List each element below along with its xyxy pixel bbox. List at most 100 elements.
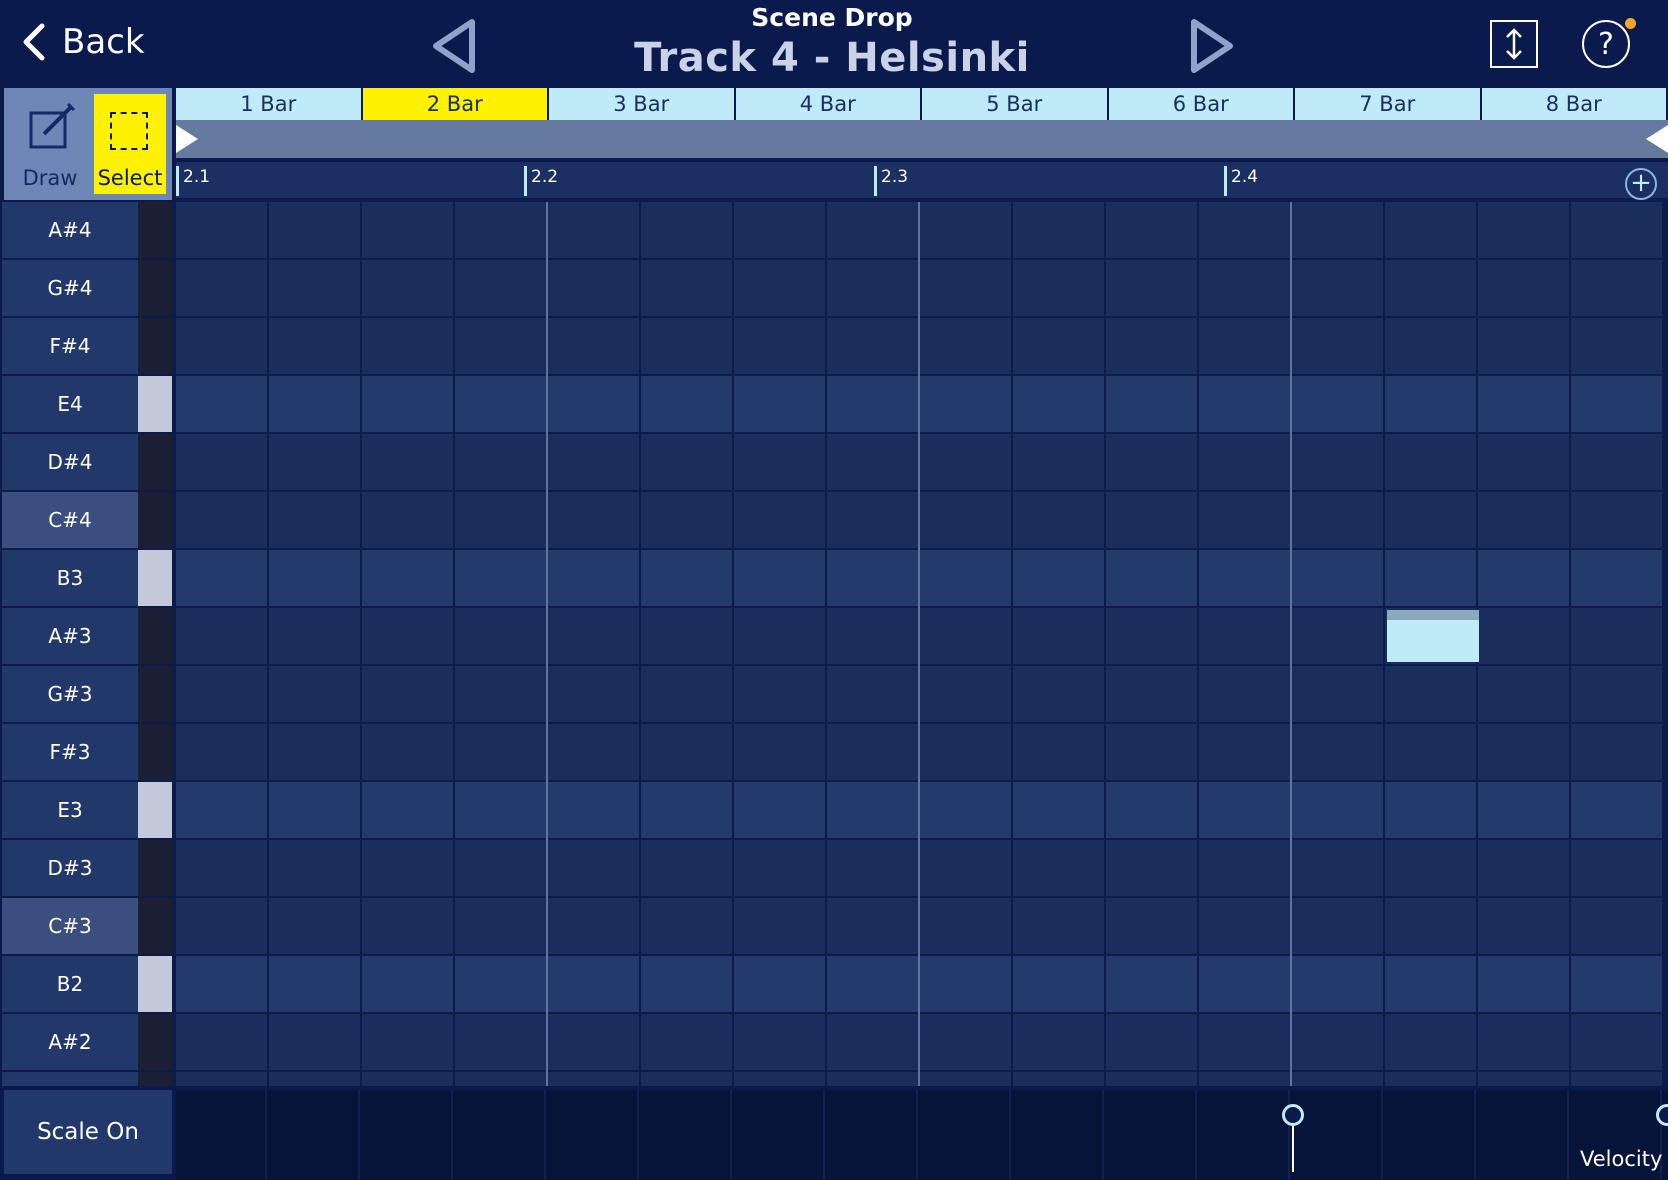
grid-cell[interactable] bbox=[1013, 898, 1104, 954]
grid-cell[interactable] bbox=[1571, 202, 1662, 258]
grid-cell[interactable] bbox=[734, 782, 825, 838]
grid-cell[interactable] bbox=[920, 434, 1011, 490]
next-track-button[interactable] bbox=[1190, 18, 1234, 74]
grid-cell[interactable] bbox=[269, 260, 360, 316]
grid-cell[interactable] bbox=[734, 202, 825, 258]
grid-cell[interactable] bbox=[1385, 434, 1476, 490]
grid-cell[interactable] bbox=[1199, 492, 1290, 548]
grid-cell[interactable] bbox=[734, 608, 825, 664]
grid-cell[interactable] bbox=[1571, 956, 1662, 1012]
grid-cell[interactable] bbox=[1013, 492, 1104, 548]
grid-cell[interactable] bbox=[1292, 202, 1383, 258]
grid-cell[interactable] bbox=[1013, 724, 1104, 780]
grid-cell[interactable] bbox=[548, 1014, 639, 1070]
grid-cell[interactable] bbox=[1571, 1014, 1662, 1070]
grid-cell[interactable] bbox=[1478, 608, 1569, 664]
grid-cell[interactable] bbox=[641, 376, 732, 432]
velocity-column[interactable] bbox=[1013, 1090, 1104, 1180]
grid-cell[interactable] bbox=[548, 260, 639, 316]
grid-cell[interactable] bbox=[920, 260, 1011, 316]
grid-cell[interactable] bbox=[734, 956, 825, 1012]
grid-cell[interactable] bbox=[455, 318, 546, 374]
grid-cell[interactable] bbox=[176, 376, 267, 432]
grid-cell[interactable] bbox=[362, 318, 453, 374]
grid-cell[interactable] bbox=[1385, 724, 1476, 780]
grid-cell[interactable] bbox=[269, 1014, 360, 1070]
grid-cell[interactable] bbox=[548, 550, 639, 606]
velocity-column[interactable] bbox=[1106, 1090, 1197, 1180]
loop-range-strip[interactable] bbox=[176, 120, 1668, 158]
grid-cell[interactable] bbox=[1292, 840, 1383, 896]
grid-cell[interactable] bbox=[455, 898, 546, 954]
grid-cell[interactable] bbox=[548, 434, 639, 490]
grid-cell[interactable] bbox=[1478, 1014, 1569, 1070]
grid-cell[interactable] bbox=[455, 376, 546, 432]
grid-cell[interactable] bbox=[734, 492, 825, 548]
grid-cell[interactable] bbox=[176, 1014, 267, 1070]
grid-cell[interactable] bbox=[734, 898, 825, 954]
grid-cell[interactable] bbox=[1106, 260, 1197, 316]
bar-tab[interactable]: 5 Bar bbox=[922, 88, 1109, 120]
black-key[interactable] bbox=[138, 202, 172, 258]
grid-cell[interactable] bbox=[827, 550, 918, 606]
grid-cell[interactable] bbox=[548, 782, 639, 838]
velocity-column[interactable] bbox=[641, 1090, 732, 1180]
bar-tab[interactable]: 7 Bar bbox=[1295, 88, 1482, 120]
grid-cell[interactable] bbox=[455, 724, 546, 780]
grid-cell[interactable] bbox=[1571, 840, 1662, 896]
grid-cell[interactable] bbox=[827, 666, 918, 722]
grid-cell[interactable] bbox=[1013, 608, 1104, 664]
velocity-column[interactable] bbox=[176, 1090, 267, 1180]
grid-cell[interactable] bbox=[920, 666, 1011, 722]
velocity-column[interactable] bbox=[1292, 1090, 1383, 1180]
grid-cell[interactable] bbox=[362, 956, 453, 1012]
grid-cell[interactable] bbox=[641, 724, 732, 780]
black-key[interactable] bbox=[138, 1014, 172, 1070]
black-key[interactable] bbox=[138, 318, 172, 374]
key-label[interactable]: E3 bbox=[2, 782, 138, 838]
grid-cell[interactable] bbox=[548, 492, 639, 548]
grid-cell[interactable] bbox=[1199, 260, 1290, 316]
grid-cell[interactable] bbox=[1106, 434, 1197, 490]
grid-cell[interactable] bbox=[1478, 840, 1569, 896]
grid-cell[interactable] bbox=[641, 550, 732, 606]
grid-cell[interactable] bbox=[734, 376, 825, 432]
grid-cell[interactable] bbox=[548, 318, 639, 374]
grid-cell[interactable] bbox=[827, 260, 918, 316]
key-label[interactable]: A#2 bbox=[2, 1014, 138, 1070]
velocity-column[interactable] bbox=[362, 1090, 453, 1180]
white-key[interactable] bbox=[138, 550, 172, 606]
grid-cell[interactable] bbox=[1385, 1072, 1476, 1086]
grid-cell[interactable] bbox=[455, 550, 546, 606]
grid-cell[interactable] bbox=[1292, 608, 1383, 664]
grid-cell[interactable] bbox=[827, 898, 918, 954]
grid-cell[interactable] bbox=[1199, 724, 1290, 780]
grid-cell[interactable] bbox=[1013, 376, 1104, 432]
grid-cell[interactable] bbox=[1199, 956, 1290, 1012]
grid-cell[interactable] bbox=[1478, 202, 1569, 258]
grid-cell[interactable] bbox=[1478, 550, 1569, 606]
grid-cell[interactable] bbox=[827, 956, 918, 1012]
grid-cell[interactable] bbox=[1571, 898, 1662, 954]
grid-cell[interactable] bbox=[1385, 782, 1476, 838]
grid-cell[interactable] bbox=[1571, 1072, 1662, 1086]
grid-cell[interactable] bbox=[176, 724, 267, 780]
grid-cell[interactable] bbox=[1106, 840, 1197, 896]
grid-cell[interactable] bbox=[1013, 956, 1104, 1012]
grid-cell[interactable] bbox=[548, 666, 639, 722]
grid-cell[interactable] bbox=[1199, 376, 1290, 432]
grid-cell[interactable] bbox=[362, 608, 453, 664]
key-label[interactable]: F#4 bbox=[2, 318, 138, 374]
grid-cell[interactable] bbox=[1292, 492, 1383, 548]
grid-cell[interactable] bbox=[827, 376, 918, 432]
grid-cell[interactable] bbox=[734, 260, 825, 316]
grid-cell[interactable] bbox=[734, 1014, 825, 1070]
grid-cell[interactable] bbox=[455, 666, 546, 722]
grid-cell[interactable] bbox=[1292, 956, 1383, 1012]
grid-cell[interactable] bbox=[269, 202, 360, 258]
grid-cell[interactable] bbox=[1478, 318, 1569, 374]
grid-cell[interactable] bbox=[1013, 782, 1104, 838]
grid-cell[interactable] bbox=[455, 260, 546, 316]
velocity-column[interactable] bbox=[827, 1090, 918, 1180]
grid-cell[interactable] bbox=[641, 260, 732, 316]
